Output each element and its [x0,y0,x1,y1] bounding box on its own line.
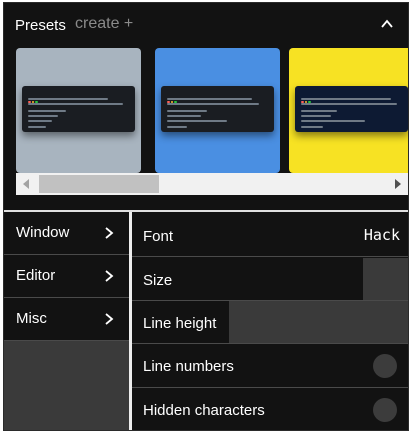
sidebar-separator [4,340,129,341]
code-window-preview [161,86,274,132]
presets-title: Presets [15,17,66,34]
sidebar-item-editor[interactable]: Editor [4,255,129,297]
settings-list: Font Hack Size Line height Line numbers … [132,212,408,430]
settings-panel: Presets create + Window Editor Misc Font… [3,2,409,431]
hidden-characters-row[interactable]: Hidden characters [132,388,408,430]
line-numbers-row[interactable]: Line numbers [132,344,408,386]
preset-thumbnail-2[interactable] [155,48,280,173]
size-slider[interactable]: Size [132,258,408,300]
hidden-characters-label: Hidden characters [143,402,265,419]
font-row[interactable]: Font Hack [132,214,408,256]
chevron-up-icon[interactable] [380,17,394,31]
hidden-characters-toggle[interactable] [373,398,397,422]
font-label: Font [143,228,174,245]
chevron-right-icon [105,227,114,239]
size-label: Size [143,272,173,289]
line-height-label: Line height [143,315,217,332]
presets-scrollbar[interactable] [16,173,408,195]
scrollbar-thumb[interactable] [39,175,159,193]
preset-thumbnail-3[interactable] [289,48,408,173]
sidebar-item-misc[interactable]: Misc [4,298,129,340]
line-height-slider[interactable]: Line height [132,301,408,343]
size-slider-track[interactable] [132,258,408,300]
create-preset-button[interactable]: create + [75,15,133,33]
sidebar-item-label: Editor [16,267,56,284]
sidebar-item-label: Window [16,224,70,241]
preset-thumbnails [16,48,408,173]
scroll-right-icon[interactable] [395,179,401,189]
chevron-right-icon [105,270,114,282]
preset-thumbnail-1[interactable] [16,48,141,173]
scroll-left-icon[interactable] [23,179,29,189]
code-window-preview [295,86,408,132]
sidebar-item-window[interactable]: Window [4,212,129,254]
settings-sidebar: Window Editor Misc [4,212,129,430]
row-separator [132,256,408,257]
chevron-right-icon [105,313,114,325]
line-numbers-toggle[interactable] [373,354,397,378]
font-value[interactable]: Hack [364,226,400,244]
line-numbers-label: Line numbers [143,358,234,375]
sidebar-item-label: Misc [16,310,47,327]
code-window-preview [22,86,135,132]
presets-header: Presets create + [4,3,408,47]
